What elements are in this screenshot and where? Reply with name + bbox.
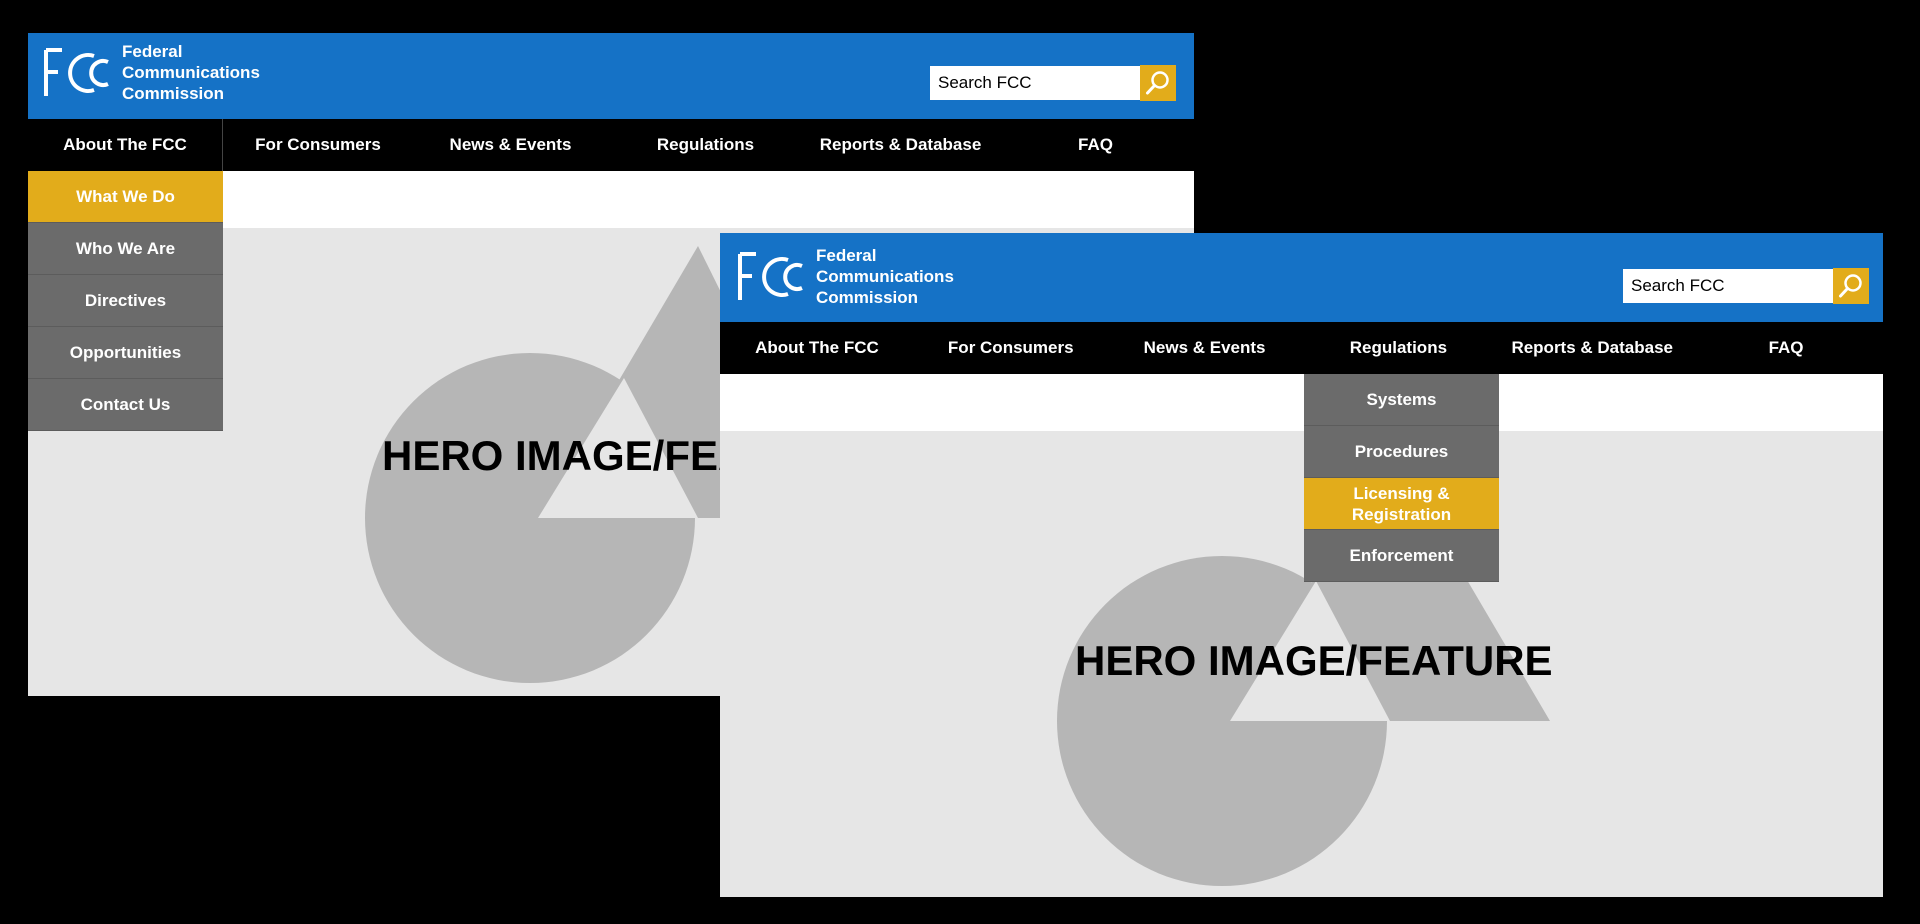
logo-wordmark: Federal Communications Commission (816, 245, 954, 308)
nav-consumers[interactable]: For Consumers (223, 119, 413, 171)
search-button[interactable] (1833, 268, 1869, 304)
nav-news[interactable]: News & Events (1108, 322, 1302, 374)
nav-news[interactable]: News & Events (413, 119, 608, 171)
menu-procedures[interactable]: Procedures (1304, 426, 1499, 478)
nav-about[interactable]: About The FCC (720, 322, 914, 374)
search-input[interactable] (930, 66, 1140, 100)
nav-reports[interactable]: Reports & Database (1495, 322, 1689, 374)
logo-line-1: Federal (816, 246, 877, 265)
search-input[interactable] (1623, 269, 1833, 303)
logo-line-2: Communications (816, 267, 954, 286)
nav-about[interactable]: About The FCC (28, 119, 223, 171)
menu-systems[interactable]: Systems (1304, 374, 1499, 426)
fcc-logo-mark-icon (44, 47, 109, 96)
search-box (1623, 268, 1869, 304)
fcc-logo[interactable]: Federal Communications Commission (736, 245, 954, 308)
hero-title: HERO IMAGE/FEA (382, 432, 749, 479)
hero-title: HERO IMAGE/FEATURE (1075, 637, 1553, 684)
nav-faq[interactable]: FAQ (998, 119, 1193, 171)
nav-regulations[interactable]: Regulations (608, 119, 803, 171)
about-dropdown: What We Do Who We Are Directives Opportu… (28, 171, 223, 431)
menu-directives[interactable]: Directives (28, 275, 223, 327)
screen-regulations-menu: Federal Communications Commission About … (720, 233, 1883, 897)
nav-reports[interactable]: Reports & Database (803, 119, 998, 171)
menu-what-we-do[interactable]: What We Do (28, 171, 223, 223)
logo-line-3: Commission (122, 84, 225, 103)
logo-wordmark: Federal Communications Commission (122, 41, 260, 104)
fcc-logo-mark-icon (738, 251, 803, 300)
fcc-logo[interactable]: Federal Communications Commission (42, 41, 260, 104)
search-icon (1146, 71, 1169, 95)
hero-image: HERO IMAGE/FEATURE (720, 431, 1883, 897)
menu-licensing-registration[interactable]: Licensing & Registration (1304, 478, 1499, 530)
regulations-dropdown: Systems Procedures Licensing & Registrat… (1304, 374, 1499, 582)
menu-who-we-are[interactable]: Who We Are (28, 223, 223, 275)
nav-faq[interactable]: FAQ (1689, 322, 1883, 374)
logo-line-1: Federal (122, 42, 183, 61)
menu-opportunities[interactable]: Opportunities (28, 327, 223, 379)
logo-line-2: Communications (122, 63, 260, 82)
menu-contact-us[interactable]: Contact Us (28, 379, 223, 431)
logo-line-3: Commission (816, 288, 919, 307)
nav-consumers[interactable]: For Consumers (914, 322, 1108, 374)
main-nav: About The FCC For Consumers News & Event… (28, 119, 1194, 171)
sub-strip (720, 374, 1883, 431)
menu-enforcement[interactable]: Enforcement (1304, 530, 1499, 582)
search-button[interactable] (1140, 65, 1176, 101)
nav-regulations[interactable]: Regulations (1301, 322, 1495, 374)
search-icon (1839, 274, 1862, 298)
main-nav: About The FCC For Consumers News & Event… (720, 322, 1883, 374)
search-box (930, 65, 1176, 101)
site-header: Federal Communications Commission (28, 33, 1194, 119)
site-header: Federal Communications Commission (720, 233, 1883, 322)
